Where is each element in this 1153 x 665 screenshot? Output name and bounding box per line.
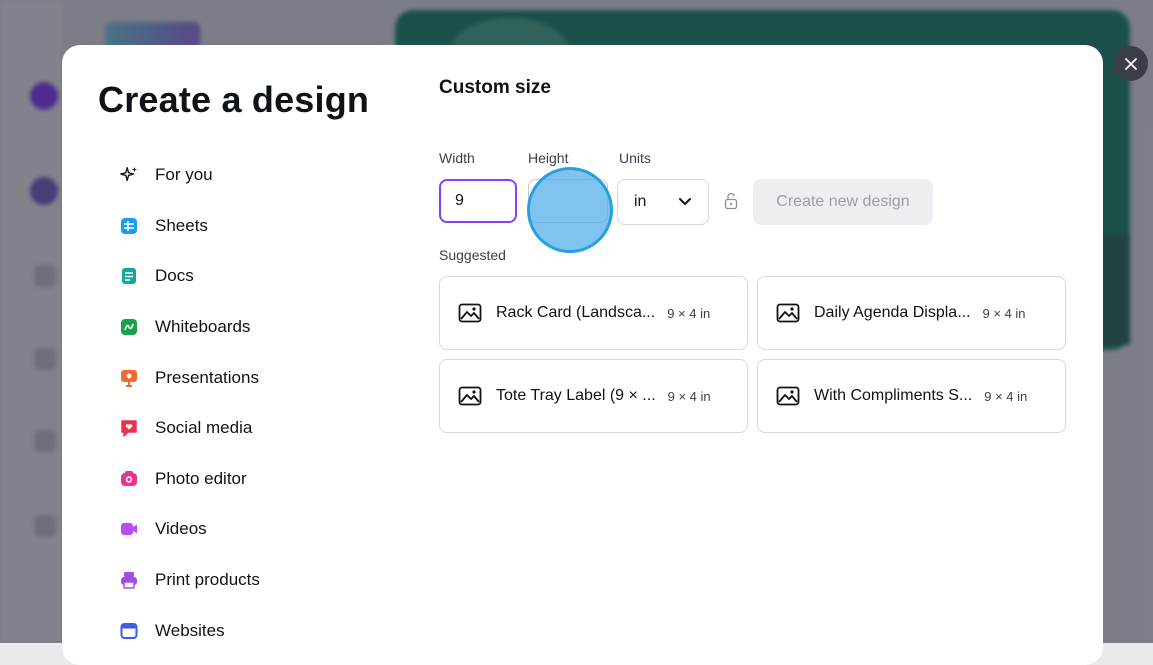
- nav-item-docs[interactable]: Docs: [100, 251, 400, 302]
- units-value: in: [634, 193, 647, 210]
- heart-chat-icon: [119, 418, 139, 438]
- close-button[interactable]: [1113, 46, 1148, 81]
- nav-label-sheets: Sheets: [155, 215, 208, 235]
- nav-label-photo-editor: Photo editor: [155, 468, 247, 488]
- suggested-card[interactable]: Daily Agenda Displa... 9 × 4 in: [757, 276, 1066, 350]
- nav-item-sheets[interactable]: Sheets: [100, 201, 400, 252]
- nav-label-social-media: Social media: [155, 418, 253, 438]
- docs-icon: [119, 266, 139, 286]
- create-new-design-button[interactable]: Create new design: [753, 179, 933, 225]
- suggested-card-size: 9 × 4 in: [984, 388, 1028, 404]
- modal-title: Create a design: [98, 79, 370, 120]
- suggested-card-size: 9 × 4 in: [667, 305, 711, 321]
- units-select[interactable]: in: [617, 179, 709, 225]
- whiteboard-icon: [119, 317, 139, 337]
- suggested-label: Suggested: [439, 247, 506, 263]
- nav-item-photo-editor[interactable]: Photo editor: [100, 454, 400, 505]
- close-icon: [1124, 57, 1137, 70]
- browser-icon: [119, 621, 139, 641]
- image-icon: [776, 386, 800, 406]
- suggested-card-name: Rack Card (Landsca...: [496, 304, 656, 321]
- nav-item-social-media[interactable]: Social media: [100, 403, 400, 454]
- nav-label-docs: Docs: [155, 266, 194, 286]
- image-icon: [458, 303, 482, 323]
- video-icon: [119, 519, 139, 539]
- nav-item-websites[interactable]: Websites: [100, 605, 400, 656]
- height-input[interactable]: [528, 179, 608, 223]
- suggested-card-name: Tote Tray Label (9 × ...: [496, 387, 656, 404]
- presentation-icon: [119, 368, 139, 388]
- camera-icon: [119, 469, 139, 489]
- custom-size-panel: Custom size Width Height Units in Create…: [439, 45, 1103, 665]
- image-icon: [458, 386, 482, 406]
- nav-label-websites: Websites: [155, 620, 225, 640]
- suggested-card-name: With Compliments S...: [814, 387, 973, 404]
- suggested-card[interactable]: Tote Tray Label (9 × ... 9 × 4 in: [439, 359, 748, 433]
- nav-item-for-you[interactable]: For you: [100, 150, 400, 201]
- nav-item-videos[interactable]: Videos: [100, 504, 400, 555]
- nav-item-print-products[interactable]: Print products: [100, 555, 400, 606]
- image-icon: [776, 303, 800, 323]
- chevron-down-icon: [679, 198, 691, 205]
- sheets-icon: [119, 216, 139, 236]
- design-type-nav: For you Sheets Docs Whiteboards Presenta…: [100, 150, 400, 656]
- nav-label-for-you: For you: [155, 165, 213, 185]
- nav-item-presentations[interactable]: Presentations: [100, 352, 400, 403]
- nav-label-whiteboards: Whiteboards: [155, 317, 251, 337]
- custom-size-title: Custom size: [439, 77, 551, 98]
- printer-icon: [119, 570, 139, 590]
- suggested-card-size: 9 × 4 in: [667, 388, 711, 404]
- suggested-card-name: Daily Agenda Displa...: [814, 304, 971, 321]
- nav-item-whiteboards[interactable]: Whiteboards: [100, 302, 400, 353]
- suggested-card[interactable]: With Compliments S... 9 × 4 in: [757, 359, 1066, 433]
- height-label: Height: [528, 150, 569, 166]
- lock-aspect-ratio-icon[interactable]: [723, 191, 739, 211]
- nav-label-print-products: Print products: [155, 570, 260, 590]
- nav-label-presentations: Presentations: [155, 367, 259, 387]
- nav-label-videos: Videos: [155, 519, 207, 539]
- suggested-card-size: 9 × 4 in: [982, 305, 1026, 321]
- width-label: Width: [439, 150, 475, 166]
- width-input[interactable]: [439, 179, 517, 223]
- create-design-modal: Create a design For you Sheets Docs Whit…: [62, 45, 1103, 665]
- sparkle-icon: [119, 165, 139, 185]
- suggested-card[interactable]: Rack Card (Landsca... 9 × 4 in: [439, 276, 748, 350]
- units-label: Units: [619, 150, 651, 166]
